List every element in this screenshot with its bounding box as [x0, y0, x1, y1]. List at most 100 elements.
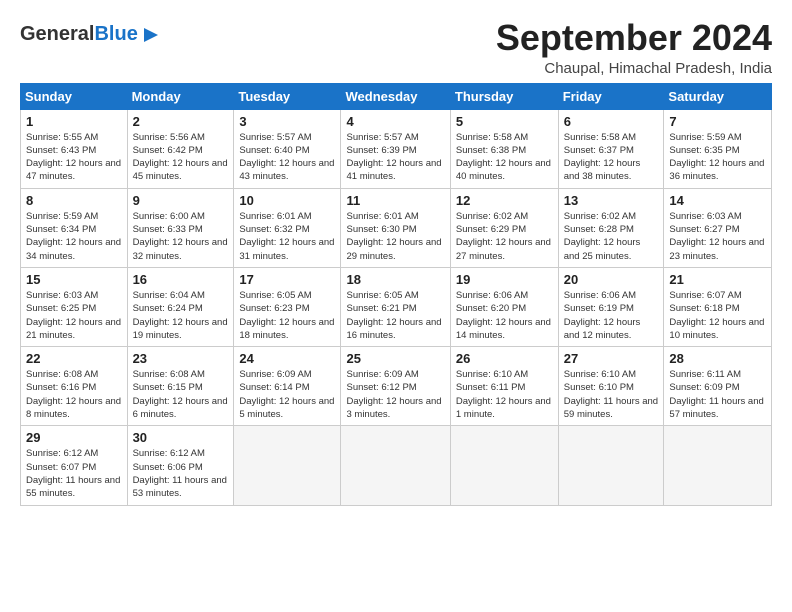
day-number: 28	[669, 351, 766, 366]
calendar-day-6: 6 Sunrise: 5:58 AMSunset: 6:37 PMDaylight…	[558, 109, 664, 188]
calendar-day-20: 20 Sunrise: 6:06 AMSunset: 6:19 PMDayligh…	[558, 267, 664, 346]
day-number: 3	[239, 114, 335, 129]
calendar-day-27: 27Sunrise: 6:10 AMSunset: 6:10 PMDayligh…	[558, 347, 664, 426]
day-info: Sunrise: 6:06 AMSunset: 6:19 PMDaylight:…	[564, 289, 659, 342]
logo-arrow-icon	[140, 24, 162, 46]
calendar-day-8: 8 Sunrise: 5:59 AMSunset: 6:34 PMDaylight…	[21, 188, 128, 267]
day-number: 20	[564, 272, 659, 287]
day-number: 10	[239, 193, 335, 208]
day-number: 13	[564, 193, 659, 208]
calendar-day-16: 16Sunrise: 6:04 AMSunset: 6:24 PMDayligh…	[127, 267, 234, 346]
day-info: Sunrise: 6:05 AMSunset: 6:23 PMDaylight:…	[239, 289, 335, 342]
day-info: Sunrise: 6:10 AMSunset: 6:11 PMDaylight:…	[456, 368, 553, 421]
calendar-day-21: 21 Sunrise: 6:07 AMSunset: 6:18 PMDayligh…	[664, 267, 772, 346]
day-info: Sunrise: 6:04 AMSunset: 6:24 PMDaylight:…	[133, 289, 229, 342]
day-info: Sunrise: 5:59 AMSunset: 6:35 PMDaylight:…	[669, 131, 766, 184]
logo-blue: Blue	[94, 23, 137, 45]
title-block: September 2024 Chaupal, Himachal Pradesh…	[496, 18, 772, 77]
calendar-day-empty	[234, 426, 341, 505]
day-number: 9	[133, 193, 229, 208]
day-number: 19	[456, 272, 553, 287]
day-number: 12	[456, 193, 553, 208]
col-friday: Friday	[558, 83, 664, 109]
calendar-table: Sunday Monday Tuesday Wednesday Thursday…	[20, 83, 772, 506]
day-number: 29	[26, 430, 122, 445]
day-number: 23	[133, 351, 229, 366]
calendar-day-14: 14Sunrise: 6:03 AMSunset: 6:27 PMDayligh…	[664, 188, 772, 267]
logo-icon: GeneralBlue	[20, 22, 162, 46]
calendar-day-empty	[664, 426, 772, 505]
day-number: 21	[669, 272, 766, 287]
col-wednesday: Wednesday	[341, 83, 450, 109]
day-info: Sunrise: 5:57 AMSunset: 6:39 PMDaylight:…	[346, 131, 444, 184]
day-number: 18	[346, 272, 444, 287]
calendar-day-24: 24Sunrise: 6:09 AMSunset: 6:14 PMDayligh…	[234, 347, 341, 426]
calendar-day-10: 10 Sunrise: 6:01 AMSunset: 6:32 PMDayligh…	[234, 188, 341, 267]
day-info: Sunrise: 5:55 AMSunset: 6:43 PMDaylight:…	[26, 131, 122, 184]
calendar-day-1: 1 Sunrise: 5:55 AMSunset: 6:43 PMDaylight…	[21, 109, 128, 188]
day-number: 7	[669, 114, 766, 129]
month-year: September 2024	[496, 18, 772, 58]
day-info: Sunrise: 6:02 AMSunset: 6:29 PMDaylight:…	[456, 210, 553, 263]
calendar-day-18: 18Sunrise: 6:05 AMSunset: 6:21 PMDayligh…	[341, 267, 450, 346]
calendar-week-row: 1 Sunrise: 5:55 AMSunset: 6:43 PMDaylight…	[21, 109, 772, 188]
day-number: 5	[456, 114, 553, 129]
col-saturday: Saturday	[664, 83, 772, 109]
calendar-week-row: 15 Sunrise: 6:03 AMSunset: 6:25 PMDayligh…	[21, 267, 772, 346]
calendar-day-5: 5 Sunrise: 5:58 AMSunset: 6:38 PMDaylight…	[450, 109, 558, 188]
day-info: Sunrise: 6:07 AMSunset: 6:18 PMDaylight:…	[669, 289, 766, 342]
calendar-day-empty	[558, 426, 664, 505]
calendar-header-row: Sunday Monday Tuesday Wednesday Thursday…	[21, 83, 772, 109]
day-info: Sunrise: 6:01 AMSunset: 6:32 PMDaylight:…	[239, 210, 335, 263]
page: GeneralBlue September 2024 Chaupal, Hima…	[0, 0, 792, 516]
calendar-day-2: 2 Sunrise: 5:56 AMSunset: 6:42 PMDaylight…	[127, 109, 234, 188]
calendar-day-29: 29 Sunrise: 6:12 AMSunset: 6:07 PMDayligh…	[21, 426, 128, 505]
calendar-day-28: 28 Sunrise: 6:11 AMSunset: 6:09 PMDayligh…	[664, 347, 772, 426]
calendar-day-22: 22Sunrise: 6:08 AMSunset: 6:16 PMDayligh…	[21, 347, 128, 426]
day-number: 8	[26, 193, 122, 208]
calendar-day-26: 26 Sunrise: 6:10 AMSunset: 6:11 PMDayligh…	[450, 347, 558, 426]
location: Chaupal, Himachal Pradesh, India	[496, 60, 772, 77]
calendar-day-4: 4Sunrise: 5:57 AMSunset: 6:39 PMDaylight…	[341, 109, 450, 188]
day-info: Sunrise: 6:03 AMSunset: 6:25 PMDaylight:…	[26, 289, 122, 342]
day-info: Sunrise: 5:58 AMSunset: 6:38 PMDaylight:…	[456, 131, 553, 184]
day-info: Sunrise: 6:08 AMSunset: 6:15 PMDaylight:…	[133, 368, 229, 421]
calendar-day-empty	[450, 426, 558, 505]
day-info: Sunrise: 6:09 AMSunset: 6:12 PMDaylight:…	[346, 368, 444, 421]
day-number: 14	[669, 193, 766, 208]
day-info: Sunrise: 6:12 AMSunset: 6:06 PMDaylight:…	[133, 447, 229, 500]
calendar-day-11: 11Sunrise: 6:01 AMSunset: 6:30 PMDayligh…	[341, 188, 450, 267]
day-info: Sunrise: 5:58 AMSunset: 6:37 PMDaylight:…	[564, 131, 659, 184]
day-info: Sunrise: 6:06 AMSunset: 6:20 PMDaylight:…	[456, 289, 553, 342]
day-number: 26	[456, 351, 553, 366]
logo-general: General	[20, 23, 94, 45]
day-number: 24	[239, 351, 335, 366]
day-info: Sunrise: 6:12 AMSunset: 6:07 PMDaylight:…	[26, 447, 122, 500]
calendar-day-23: 23 Sunrise: 6:08 AMSunset: 6:15 PMDayligh…	[127, 347, 234, 426]
calendar-day-3: 3 Sunrise: 5:57 AMSunset: 6:40 PMDaylight…	[234, 109, 341, 188]
calendar-day-13: 13Sunrise: 6:02 AMSunset: 6:28 PMDayligh…	[558, 188, 664, 267]
col-thursday: Thursday	[450, 83, 558, 109]
day-number: 1	[26, 114, 122, 129]
calendar-day-12: 12 Sunrise: 6:02 AMSunset: 6:29 PMDayligh…	[450, 188, 558, 267]
day-info: Sunrise: 6:11 AMSunset: 6:09 PMDaylight:…	[669, 368, 766, 421]
calendar-week-row: 22Sunrise: 6:08 AMSunset: 6:16 PMDayligh…	[21, 347, 772, 426]
day-number: 22	[26, 351, 122, 366]
col-monday: Monday	[127, 83, 234, 109]
day-info: Sunrise: 5:59 AMSunset: 6:34 PMDaylight:…	[26, 210, 122, 263]
day-info: Sunrise: 6:10 AMSunset: 6:10 PMDaylight:…	[564, 368, 659, 421]
day-info: Sunrise: 5:57 AMSunset: 6:40 PMDaylight:…	[239, 131, 335, 184]
day-number: 2	[133, 114, 229, 129]
day-number: 11	[346, 193, 444, 208]
day-number: 17	[239, 272, 335, 287]
day-number: 30	[133, 430, 229, 445]
day-info: Sunrise: 6:00 AMSunset: 6:33 PMDaylight:…	[133, 210, 229, 263]
day-info: Sunrise: 5:56 AMSunset: 6:42 PMDaylight:…	[133, 131, 229, 184]
day-number: 6	[564, 114, 659, 129]
day-number: 15	[26, 272, 122, 287]
calendar-day-empty	[341, 426, 450, 505]
calendar-week-row: 29 Sunrise: 6:12 AMSunset: 6:07 PMDayligh…	[21, 426, 772, 505]
calendar-day-17: 17 Sunrise: 6:05 AMSunset: 6:23 PMDayligh…	[234, 267, 341, 346]
calendar-day-30: 30 Sunrise: 6:12 AMSunset: 6:06 PMDayligh…	[127, 426, 234, 505]
calendar-day-19: 19 Sunrise: 6:06 AMSunset: 6:20 PMDayligh…	[450, 267, 558, 346]
